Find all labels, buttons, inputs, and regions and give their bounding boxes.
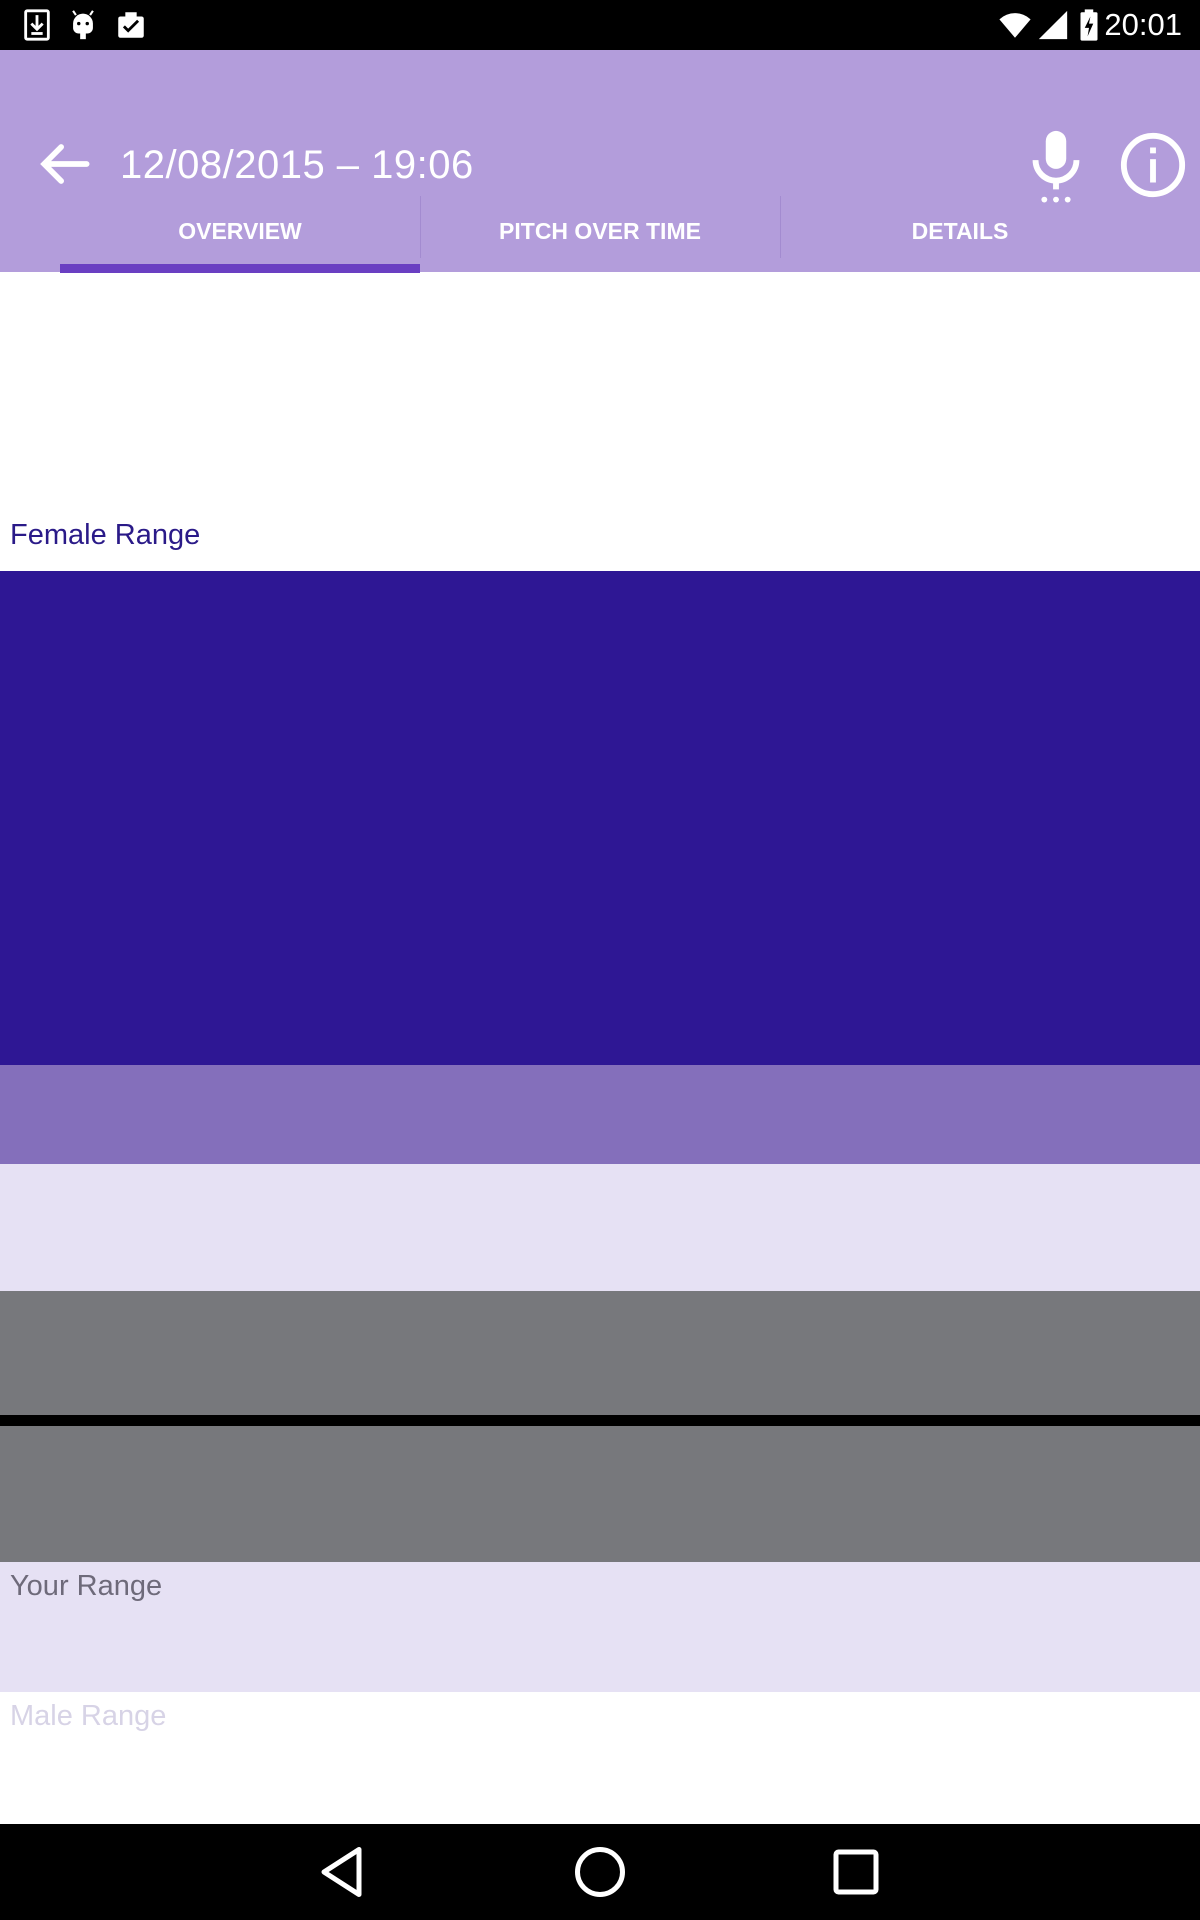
your-range-band-upper: [0, 1291, 1200, 1415]
android-icon: [72, 10, 94, 40]
tab-overview-label: OVERVIEW: [178, 217, 302, 244]
tab-overview[interactable]: OVERVIEW: [60, 192, 420, 270]
range-overlap-band: [0, 1065, 1200, 1164]
range-light-band: [0, 1164, 1200, 1291]
tab-details-label: DETAILS: [911, 217, 1009, 244]
info-icon[interactable]: [1118, 130, 1188, 200]
tab-bar: OVERVIEW PITCH OVER TIME DETAILS: [0, 192, 1200, 270]
female-range-band: [0, 571, 1200, 1065]
tab-details[interactable]: DETAILS: [780, 192, 1140, 270]
recents-square-icon[interactable]: [826, 1842, 886, 1902]
status-time: 20:01: [1104, 7, 1182, 42]
tab-pitch-over-time-label: PITCH OVER TIME: [499, 217, 701, 244]
your-range-light-band: [0, 1562, 1200, 1692]
tab-pitch-over-time[interactable]: PITCH OVER TIME: [420, 192, 780, 270]
status-bar: 20:01: [0, 0, 1200, 50]
signal-icon: [1038, 10, 1068, 40]
clipboard-check-icon: [118, 12, 144, 38]
your-pitch-marker: [0, 1415, 1200, 1426]
home-circle-icon[interactable]: [570, 1842, 630, 1902]
female-range-label: Female Range: [10, 519, 201, 551]
navigation-bar: [0, 1824, 1200, 1920]
your-range-label: Your Range: [10, 1570, 163, 1602]
download-icon: [24, 9, 50, 41]
your-range-band-lower: [0, 1426, 1200, 1562]
wifi-icon: [999, 13, 1031, 38]
tab-indicator: [60, 264, 420, 273]
back-triangle-icon[interactable]: [314, 1842, 374, 1902]
battery-charging-icon: [1080, 9, 1098, 41]
page-title: 12/08/2015 – 19:06: [120, 143, 474, 187]
male-range-label: Male Range: [10, 1700, 167, 1732]
arrow-back-icon[interactable]: [30, 130, 98, 198]
